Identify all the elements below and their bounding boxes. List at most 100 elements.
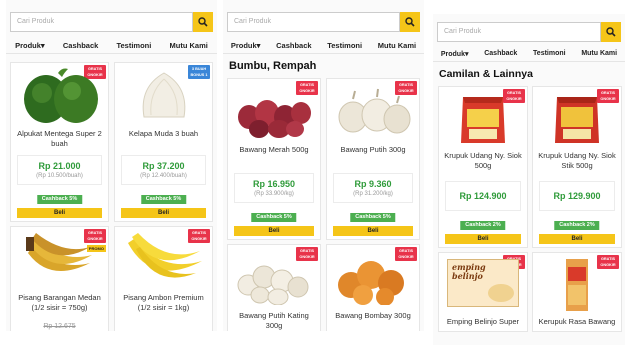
nav-bar: Produk▾ Cashback Testimoni Mutu Kami — [223, 38, 424, 54]
product-card[interactable]: GRATIS ONGKIR Kerupuk Rasa Bawang — [532, 252, 622, 332]
product-price: Rp 37.200 — [142, 161, 185, 171]
buy-button[interactable]: Beli — [333, 226, 413, 236]
cashback-badge: Cashback 5% — [140, 195, 187, 204]
onion-image — [338, 261, 404, 305]
nav-cashback[interactable]: Cashback — [276, 41, 311, 50]
product-price: Rp 124.900 — [459, 191, 507, 201]
package-label: emping belinjo — [452, 262, 486, 281]
product-name: Bawang Bombay 300g — [335, 311, 411, 320]
banana-image — [25, 233, 92, 271]
search-input[interactable]: Cari Produk — [437, 22, 601, 42]
product-price: Rp 9.360 — [354, 179, 392, 189]
nav-cashback[interactable]: Cashback — [63, 41, 98, 50]
nav-mutu-kami[interactable]: Mutu Kami — [170, 41, 208, 50]
product-name: Emping Belinjo Super — [446, 317, 520, 326]
snack-bag-image — [461, 97, 505, 143]
product-name: Alpukat Mentega Super 2 buah — [17, 129, 102, 148]
product-name: Krupuk Udang Ny. Siok 500g — [444, 151, 522, 170]
product-card[interactable]: GRATIS ONGKIR Krupuk Udang Ny. Siok 500g… — [438, 86, 528, 248]
price-box: Rp 124.900 — [445, 181, 521, 211]
free-shipping-badge: GRATIS ONGKIR — [597, 255, 619, 269]
unit-price: (Rp 31.200/kg) — [353, 191, 393, 197]
nav-testimoni[interactable]: Testimoni — [116, 41, 151, 50]
product-card[interactable]: GRATIS ONGKIR Bawang Bombay 300g — [326, 244, 420, 331]
panel-bumbu: Cari Produk Produk▾ Cashback Testimoni M… — [223, 0, 424, 331]
nav-produk[interactable]: Produk▾ — [15, 41, 45, 50]
chevron-down-icon: ▾ — [256, 41, 261, 50]
snack-bag-image — [555, 97, 599, 143]
product-card[interactable]: GRATIS ONGKIR Pisang Ambon Premium (1/2 … — [114, 226, 213, 331]
buy-button[interactable]: Beli — [17, 208, 102, 218]
emping-package-image: emping belinjo — [447, 259, 519, 307]
chevron-down-icon: ▾ — [464, 50, 469, 58]
search-input[interactable]: Cari Produk — [10, 12, 193, 32]
search-button[interactable] — [400, 12, 420, 32]
nav-produk[interactable]: Produk▾ — [441, 50, 469, 58]
garlic-image — [237, 265, 309, 305]
buy-button[interactable]: Beli — [445, 234, 521, 244]
nav-mutu-kami[interactable]: Mutu Kami — [581, 50, 617, 57]
search-bar: Cari Produk — [227, 12, 420, 32]
search-button[interactable] — [193, 12, 213, 32]
unit-price: (Rp 33.900/kg) — [254, 191, 294, 197]
product-card[interactable]: GRATIS ONGKIR Bawang Putih 300g Rp 9.360… — [326, 78, 420, 240]
coconut-image — [142, 72, 185, 118]
emping-chips-icon — [488, 284, 514, 302]
price-strike: Rp 12.675 — [43, 323, 76, 330]
price-box: Rp 37.200 (Rp 12.400/buah) — [121, 155, 206, 185]
product-name: Kerupuk Rasa Bawang — [538, 317, 616, 326]
product-card[interactable]: 3 BUAH BONUS 1 BUAH Kelapa Muda 3 buah R… — [114, 62, 213, 222]
product-card[interactable]: GRATIS ONGKIR Bawang Putih Kating 300g — [227, 244, 321, 331]
garlic-image — [338, 88, 411, 134]
product-card[interactable]: GRATIS ONGKIR emping belinjo Emping Beli… — [438, 252, 528, 332]
cashback-badge: Cashback 2% — [460, 221, 506, 230]
cashback-badge: Cashback 2% — [554, 221, 600, 230]
banana-image — [127, 233, 202, 278]
price-box: Rp 21.000 (Rp 10.500/buah) — [17, 155, 102, 185]
nav-testimoni[interactable]: Testimoni — [327, 41, 362, 50]
section-title: Bumbu, Rempah — [229, 60, 317, 72]
product-name: Krupuk Udang Ny. Siok Stik 500g — [538, 151, 616, 170]
unit-price: (Rp 12.400/buah) — [140, 173, 187, 179]
buy-button[interactable]: Beli — [234, 226, 314, 236]
snack-bag-image — [566, 259, 588, 311]
nav-testimoni[interactable]: Testimoni — [533, 50, 566, 57]
nav-bar: Produk▾ Cashback Testimoni Mutu Kami — [433, 46, 625, 62]
cashback-badge: Cashback 5% — [36, 195, 83, 204]
product-card[interactable]: GRATIS ONGKIR PROMO Pisang Barangan Meda… — [10, 226, 109, 331]
cashback-badge: Cashback 5% — [350, 213, 396, 222]
cashback-badge: Cashback 5% — [251, 213, 297, 222]
search-bar: Cari Produk — [437, 22, 621, 42]
search-input[interactable]: Cari Produk — [227, 12, 400, 32]
product-name: Bawang Putih Kating 300g — [239, 311, 309, 330]
unit-price: (Rp 10.500/buah) — [36, 173, 83, 179]
panel-produk: Cari Produk Produk▾ Cashback Testimoni M… — [6, 0, 217, 331]
nav-produk[interactable]: Produk▾ — [231, 41, 261, 50]
search-bar: Cari Produk — [10, 12, 213, 32]
product-name: Kelapa Muda 3 buah — [128, 129, 199, 138]
search-icon — [606, 27, 616, 37]
buy-button[interactable]: Beli — [121, 208, 206, 218]
buy-button[interactable]: Beli — [539, 234, 615, 244]
shallot-image — [238, 100, 311, 138]
avocado-image — [23, 68, 98, 123]
product-name: Pisang Barangan Medan (1/2 sisir = 750g) — [18, 293, 101, 312]
search-button[interactable] — [601, 22, 621, 42]
search-icon — [198, 17, 208, 27]
price-box: Rp 9.360 (Rp 31.200/kg) — [333, 173, 413, 203]
nav-cashback[interactable]: Cashback — [484, 50, 517, 57]
product-card[interactable]: GRATIS ONGKIR Krupuk Udang Ny. Siok Stik… — [532, 86, 622, 248]
product-card[interactable]: GRATIS ONGKIR Bawang Merah 500g Rp 16.95… — [227, 78, 321, 240]
product-price: Rp 129.900 — [553, 191, 601, 201]
nav-mutu-kami[interactable]: Mutu Kami — [378, 41, 416, 50]
nav-bar: Produk▾ Cashback Testimoni Mutu Kami — [6, 38, 217, 54]
product-name: Pisang Ambon Premium (1/2 sisir = 1kg) — [123, 293, 204, 312]
product-card[interactable]: GRATIS ONGKIR Alpukat Mentega Super 2 bu… — [10, 62, 109, 222]
price-box: Rp 129.900 — [539, 181, 615, 211]
price-box: Rp 16.950 (Rp 33.900/kg) — [234, 173, 314, 203]
product-price: Rp 21.000 — [38, 161, 81, 171]
panel-camilan: Cari Produk Produk▾ Cashback Testimoni M… — [433, 14, 625, 345]
chevron-down-icon: ▾ — [40, 41, 45, 50]
product-name: Bawang Putih 300g — [340, 145, 406, 154]
product-name: Bawang Merah 500g — [239, 145, 309, 154]
